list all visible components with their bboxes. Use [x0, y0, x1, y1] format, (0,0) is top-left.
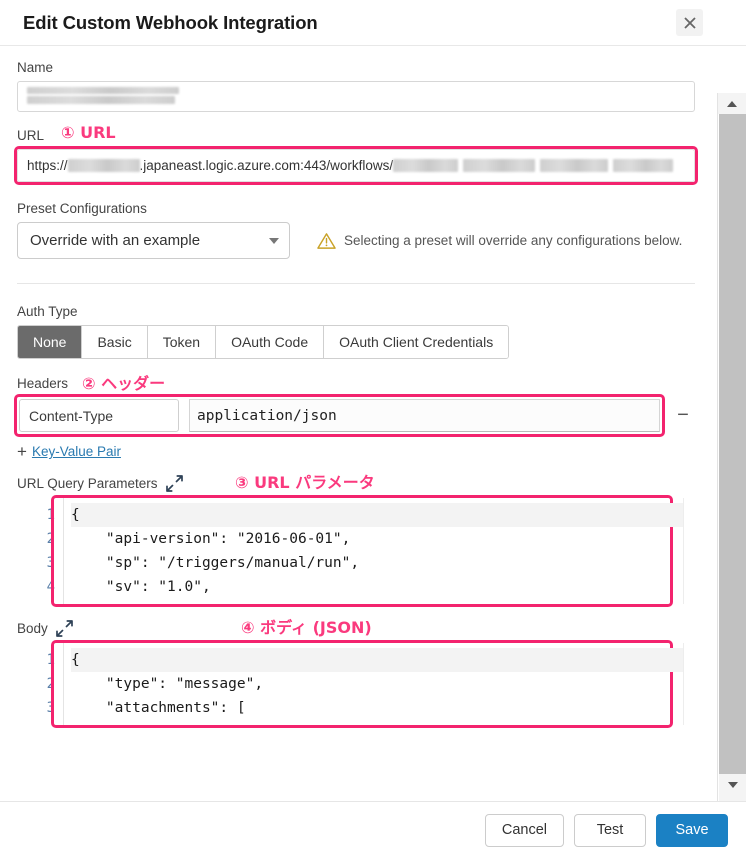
- dialog-title: Edit Custom Webhook Integration: [23, 11, 318, 33]
- annotation-2: ② ヘッダー: [80, 373, 166, 395]
- body-highlight-box: 1 2 3 { "type": "message", "attachments": …: [17, 640, 695, 728]
- line-number: 3: [46, 700, 55, 716]
- annotation-1: ① URL: [60, 122, 118, 144]
- header-row: Content-Type application/json: [17, 397, 662, 434]
- expand-glyph: [55, 620, 73, 637]
- dialog-scrollbar[interactable]: [717, 93, 746, 801]
- line-number: 4: [46, 579, 55, 595]
- line-number: 1: [46, 507, 55, 523]
- add-key-value-pair-link[interactable]: Key-Value Pair: [32, 444, 121, 459]
- annotation-4: ④ ボディ (JSON): [240, 617, 374, 639]
- url-label: URL: [17, 128, 45, 143]
- code-line: "api-version": "2016-06-01",: [71, 531, 351, 547]
- tab-none[interactable]: None: [18, 326, 83, 358]
- tab-oauth-client-credentials[interactable]: OAuth Client Credentials: [324, 326, 509, 358]
- code-line: "sv": "1.0",: [71, 579, 211, 595]
- code-line: "type": "message",: [71, 676, 264, 692]
- query-params-label: URL Query Parameters: [17, 476, 158, 491]
- line-number: 2: [46, 676, 55, 692]
- preset-label: Preset Configurations: [17, 201, 147, 216]
- scroll-up-button[interactable]: [718, 93, 746, 114]
- headers-label: Headers: [17, 376, 69, 391]
- expand-icon[interactable]: [55, 620, 73, 637]
- body-editor-scrollbar[interactable]: [683, 643, 695, 725]
- body-editor[interactable]: 1 2 3 { "type": "message", "attachments": …: [17, 643, 695, 725]
- warning-triangle-icon: [317, 232, 336, 249]
- tab-token[interactable]: Token: [147, 326, 217, 358]
- body-code[interactable]: { "type": "message", "attachments": [: [64, 643, 683, 725]
- auth-type-label: Auth Type: [17, 304, 78, 319]
- edit-webhook-dialog: Edit Custom Webhook Integration Name URL…: [0, 0, 746, 858]
- add-key-value-pair[interactable]: + Key-Value Pair: [17, 443, 695, 460]
- query-params-editor[interactable]: 1 2 3 4 { "api-version": "2016-06-01", "sp"…: [17, 498, 695, 604]
- section-divider: [17, 283, 695, 284]
- body-gutter: 1 2 3: [17, 643, 64, 725]
- line-number: 3: [46, 555, 55, 571]
- query-params-gutter: 1 2 3 4: [17, 498, 64, 604]
- scrollbar-thumb[interactable]: [719, 114, 746, 774]
- header-value-input[interactable]: application/json: [189, 399, 660, 432]
- name-label: Name: [17, 60, 54, 75]
- auth-type-tabs: None Basic Token OAuth Code OAuth Client…: [17, 325, 510, 359]
- headers-label-row: Headers ② ヘッダー: [17, 373, 695, 395]
- headers-highlight-box: Content-Type application/json −: [14, 394, 689, 437]
- remove-header-button[interactable]: −: [674, 405, 692, 425]
- url-prefix: https://: [27, 158, 68, 173]
- tab-basic[interactable]: Basic: [82, 326, 148, 358]
- save-button[interactable]: Save: [656, 813, 728, 847]
- dialog-body: Name URL ① URL https:// .japaneast.logic.…: [0, 46, 746, 801]
- preset-select[interactable]: Override with an example: [17, 222, 290, 259]
- dialog-header: Edit Custom Webhook Integration: [0, 0, 746, 46]
- close-icon[interactable]: [676, 9, 703, 36]
- url-label-row: URL ① URL: [17, 122, 695, 144]
- code-line: "attachments": [: [71, 700, 246, 716]
- url-mid: .japaneast.logic.azure.com:443/workflows…: [139, 158, 394, 173]
- plus-icon: +: [17, 442, 27, 461]
- line-number: 2: [46, 531, 55, 547]
- triangle-down-icon: [727, 781, 738, 788]
- query-params-label-row: URL Query Parameters ③ URL パラメータ: [17, 472, 695, 494]
- dialog-footer: Cancel Test Save: [0, 801, 746, 858]
- preset-row: Override with an example Selecting a pre…: [17, 222, 695, 259]
- body-label-row: Body ④ ボディ (JSON): [17, 617, 695, 639]
- cancel-button[interactable]: Cancel: [484, 813, 564, 847]
- code-line: {: [71, 503, 683, 527]
- tab-oauth-code[interactable]: OAuth Code: [216, 326, 325, 358]
- close-glyph: [683, 16, 696, 29]
- url-input[interactable]: https:// .japaneast.logic.azure.com:443/w…: [17, 149, 695, 182]
- preset-warning: Selecting a preset will override any con…: [317, 232, 682, 250]
- annotation-3: ③ URL パラメータ: [234, 472, 377, 494]
- code-line: {: [71, 648, 683, 672]
- query-params-highlight-box: 1 2 3 4 { "api-version": "2016-06-01", "sp"…: [17, 495, 695, 607]
- name-redacted-value: [27, 87, 179, 106]
- line-number: 1: [46, 652, 55, 668]
- header-key-input[interactable]: Content-Type: [19, 399, 179, 432]
- test-button[interactable]: Test: [574, 813, 646, 847]
- scroll-down-button[interactable]: [719, 774, 746, 795]
- query-params-editor-scrollbar[interactable]: [683, 498, 695, 604]
- url-highlight-box: https:// .japaneast.logic.azure.com:443/w…: [14, 146, 698, 185]
- expand-glyph: [165, 475, 183, 492]
- body-label: Body: [17, 621, 48, 636]
- preset-selected-value: Override with an example: [30, 232, 201, 249]
- name-input[interactable]: [17, 81, 695, 112]
- chevron-down-icon: [269, 237, 279, 244]
- triangle-up-icon: [727, 100, 737, 107]
- form-content: Name URL ① URL https:// .japaneast.logic.…: [0, 46, 717, 728]
- code-line: "sp": "/triggers/manual/run",: [71, 555, 360, 571]
- expand-icon[interactable]: [165, 475, 183, 492]
- query-params-code[interactable]: { "api-version": "2016-06-01", "sp": "/t…: [64, 498, 683, 604]
- preset-warning-text: Selecting a preset will override any con…: [344, 233, 683, 248]
